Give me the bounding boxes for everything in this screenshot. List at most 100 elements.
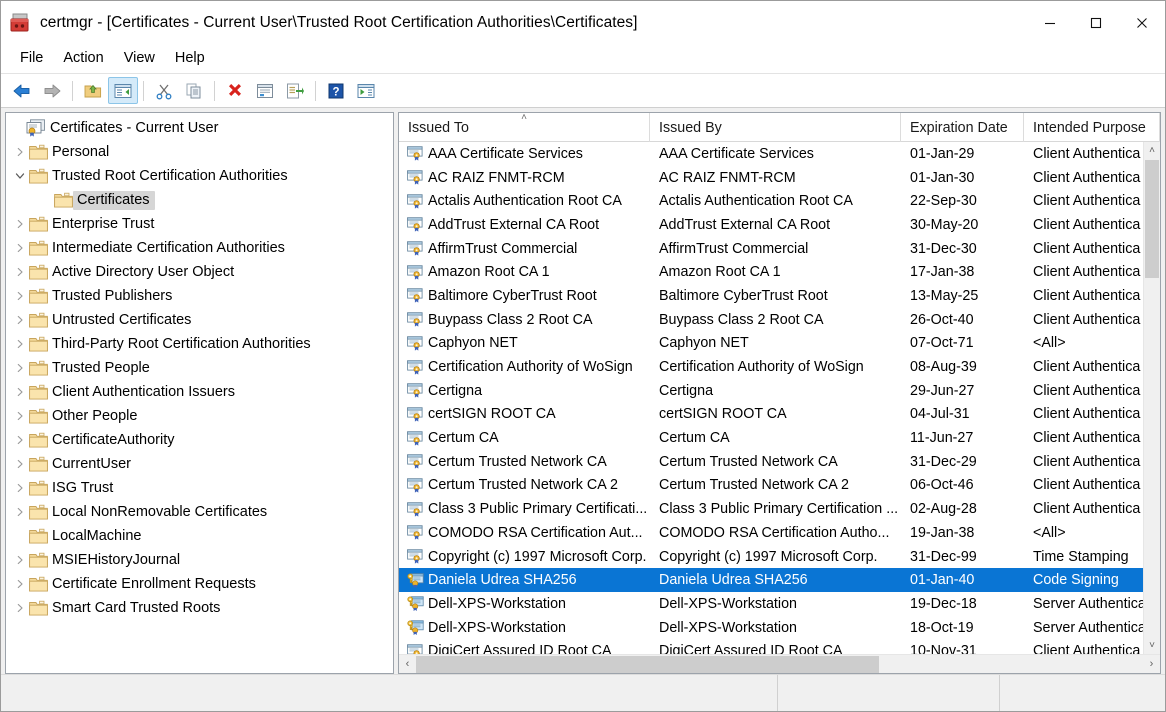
table-row[interactable]: COMODO RSA Certification Aut... COMODO RS… xyxy=(399,521,1160,545)
export-button[interactable] xyxy=(280,77,310,104)
cell-issued-by: Certum CA xyxy=(659,430,730,447)
column-header-expiration-date[interactable]: Expiration Date xyxy=(901,113,1024,142)
table-row[interactable]: DigiCert Assured ID Root CA DigiCert Assu… xyxy=(399,639,1160,654)
sidebar-item-active-directory-user-object[interactable]: Active Directory User Object xyxy=(6,260,393,284)
table-row[interactable]: certSIGN ROOT CA certSIGN ROOT CA 04-Jul-3… xyxy=(399,403,1160,427)
maximize-button[interactable] xyxy=(1073,1,1119,44)
table-row[interactable]: Certification Authority of WoSign Certifi… xyxy=(399,355,1160,379)
sidebar-item-intermediate-certification-authorities[interactable]: Intermediate Certification Authorities xyxy=(6,236,393,260)
table-row[interactable]: Copyright (c) 1997 Microsoft Corp. Copyri… xyxy=(399,545,1160,569)
horizontal-scrollbar-track[interactable] xyxy=(416,655,1143,674)
tree-twisty-collapsed[interactable] xyxy=(11,332,29,356)
tree-twisty-collapsed[interactable] xyxy=(11,284,29,308)
sidebar-item-third-party-root-certification-authorities[interactable]: Third-Party Root Certification Authoriti… xyxy=(6,332,393,356)
sidebar-item-personal[interactable]: Personal xyxy=(6,140,393,164)
tree-twisty-collapsed[interactable] xyxy=(11,380,29,404)
table-row[interactable]: AAA Certificate Services AAA Certificate … xyxy=(399,142,1160,166)
scroll-up-arrow[interactable]: ˄ xyxy=(1144,142,1160,159)
menu-item-file[interactable]: File xyxy=(10,47,53,70)
tree-twisty-collapsed[interactable] xyxy=(11,500,29,524)
sidebar-item-certificate-enrollment-requests[interactable]: Certificate Enrollment Requests xyxy=(6,572,393,596)
delete-button[interactable] xyxy=(220,77,250,104)
list-vertical-scrollbar[interactable]: ˄ ˅ xyxy=(1143,142,1160,654)
table-row[interactable]: Certum Trusted Network CA Certum Trusted … xyxy=(399,450,1160,474)
tree-twisty-collapsed[interactable] xyxy=(11,212,29,236)
copy-button[interactable] xyxy=(179,77,209,104)
table-row[interactable]: Baltimore CyberTrust Root Baltimore Cyber… xyxy=(399,284,1160,308)
help-button[interactable]: ? xyxy=(321,77,351,104)
table-row[interactable]: AffirmTrust Commercial AffirmTrust Commer… xyxy=(399,237,1160,261)
sidebar-item-certificateauthority[interactable]: CertificateAuthority xyxy=(6,428,393,452)
sidebar-item-currentuser[interactable]: CurrentUser xyxy=(6,452,393,476)
cut-button[interactable] xyxy=(149,77,179,104)
sidebar-item-msiehistoryjournal[interactable]: MSIEHistoryJournal xyxy=(6,548,393,572)
table-row[interactable]: Dell-XPS-Workstation Dell-XPS-Workstation… xyxy=(399,592,1160,616)
tree-twisty-collapsed[interactable] xyxy=(11,476,29,500)
tree-twisty-collapsed[interactable] xyxy=(11,140,29,164)
column-header-issued-to[interactable]: ˄ Issued To xyxy=(399,113,650,142)
sidebar-item-local-nonremovable-certificates[interactable]: Local NonRemovable Certificates xyxy=(6,500,393,524)
properties-button[interactable] xyxy=(250,77,280,104)
column-header-issued-by[interactable]: Issued By xyxy=(650,113,901,142)
back-button[interactable] xyxy=(7,77,37,104)
table-row[interactable]: Caphyon NET Caphyon NET 07-Oct-71 <All> xyxy=(399,332,1160,356)
table-row[interactable]: Actalis Authentication Root CA Actalis Au… xyxy=(399,189,1160,213)
tree-root-certificates-current-user[interactable]: Certificates - Current User xyxy=(6,116,393,140)
table-cell: Client Authentica xyxy=(1024,308,1160,332)
table-row[interactable]: Certum Trusted Network CA 2 Certum Truste… xyxy=(399,474,1160,498)
sidebar-item-localmachine[interactable]: LocalMachine xyxy=(6,524,393,548)
menu-item-view[interactable]: View xyxy=(114,47,165,70)
sidebar-item-other-people[interactable]: Other People xyxy=(6,404,393,428)
tree-twisty-collapsed[interactable] xyxy=(11,236,29,260)
sidebar-item-trusted-root-certification-authorities[interactable]: Trusted Root Certification Authorities xyxy=(6,164,393,188)
tree-twisty-collapsed[interactable] xyxy=(11,596,29,620)
sidebar-item-isg-trust[interactable]: ISG Trust xyxy=(6,476,393,500)
tree-twisty-collapsed[interactable] xyxy=(11,548,29,572)
sidebar-item-label: MSIEHistoryJournal xyxy=(52,551,181,568)
up-one-level-button[interactable] xyxy=(78,77,108,104)
table-row[interactable]: AC RAIZ FNMT-RCM AC RAIZ FNMT-RCM 01-Jan-3… xyxy=(399,166,1160,190)
table-row[interactable]: Dell-XPS-Workstation Dell-XPS-Workstation… xyxy=(399,616,1160,640)
tree-twisty-collapsed[interactable] xyxy=(11,452,29,476)
menu-item-action[interactable]: Action xyxy=(53,47,113,70)
list-horizontal-scrollbar[interactable]: ‹ › xyxy=(399,654,1160,673)
table-row[interactable]: Class 3 Public Primary Certificati... Cla… xyxy=(399,497,1160,521)
folder-icon xyxy=(29,432,48,448)
tree-twisty-collapsed[interactable] xyxy=(11,428,29,452)
sidebar-item-trusted-people[interactable]: Trusted People xyxy=(6,356,393,380)
table-cell: Client Authentica xyxy=(1024,379,1160,403)
sidebar-item-smart-card-trusted-roots[interactable]: Smart Card Trusted Roots xyxy=(6,596,393,620)
tree-twisty-collapsed[interactable] xyxy=(11,356,29,380)
tree-twisty[interactable] xyxy=(6,116,24,140)
tree-twisty-collapsed[interactable] xyxy=(11,308,29,332)
certificate-icon xyxy=(407,644,424,654)
column-header-intended-purpose[interactable]: Intended Purpose xyxy=(1024,113,1160,142)
scroll-right-arrow[interactable]: › xyxy=(1143,655,1160,674)
tree-twisty-expanded[interactable] xyxy=(11,164,29,188)
sidebar-item-enterprise-trust[interactable]: Enterprise Trust xyxy=(6,212,393,236)
table-row[interactable]: Daniela Udrea SHA256 Daniela Udrea SHA256… xyxy=(399,568,1160,593)
scroll-left-arrow[interactable]: ‹ xyxy=(399,655,416,674)
vertical-scrollbar-thumb[interactable] xyxy=(1145,160,1159,278)
show-action-pane-button[interactable] xyxy=(351,77,381,104)
sidebar-item-trusted-publishers[interactable]: Trusted Publishers xyxy=(6,284,393,308)
forward-button[interactable] xyxy=(37,77,67,104)
table-cell: Dell-XPS-Workstation xyxy=(650,616,901,640)
sidebar-item-client-authentication-issuers[interactable]: Client Authentication Issuers xyxy=(6,380,393,404)
minimize-button[interactable] xyxy=(1027,1,1073,44)
table-row[interactable]: Certigna Certigna 29-Jun-27 Client Authenti… xyxy=(399,379,1160,403)
sidebar-item-certificates[interactable]: Certificates xyxy=(6,188,393,212)
table-row[interactable]: Buypass Class 2 Root CA Buypass Class 2 R… xyxy=(399,308,1160,332)
horizontal-scrollbar-thumb[interactable] xyxy=(416,655,879,673)
tree-twisty-collapsed[interactable] xyxy=(11,404,29,428)
table-row[interactable]: Certum CA Certum CA 11-Jun-27 Client Authen… xyxy=(399,426,1160,450)
scroll-down-arrow[interactable]: ˅ xyxy=(1144,637,1160,654)
menu-item-help[interactable]: Help xyxy=(165,47,215,70)
sidebar-item-untrusted-certificates[interactable]: Untrusted Certificates xyxy=(6,308,393,332)
close-button[interactable] xyxy=(1119,1,1165,44)
table-row[interactable]: Amazon Root CA 1 Amazon Root CA 1 17-Jan-3… xyxy=(399,260,1160,284)
table-row[interactable]: AddTrust External CA Root AddTrust Extern… xyxy=(399,213,1160,237)
show-hide-console-tree-button[interactable] xyxy=(108,77,138,104)
tree-twisty-collapsed[interactable] xyxy=(11,572,29,596)
tree-twisty-collapsed[interactable] xyxy=(11,260,29,284)
